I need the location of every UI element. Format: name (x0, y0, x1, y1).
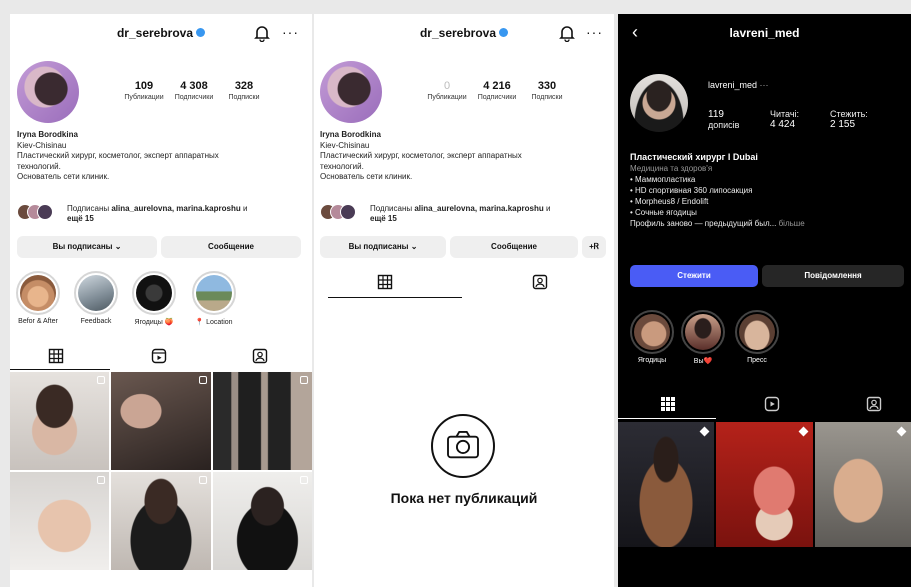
verified-icon (196, 28, 206, 38)
highlight-location[interactable]: 📍 Location (189, 271, 239, 326)
message-button[interactable]: Повідомлення (762, 265, 904, 287)
active-tab-indicator (328, 297, 462, 298)
posts-grid (618, 422, 911, 547)
bio-title: Пластический хирург I Dubai (630, 152, 758, 162)
bio-category: Медицина та здоров'я (630, 164, 713, 173)
highlight-you[interactable]: Вы❤️ (678, 310, 728, 365)
stat-posts[interactable]: 109 Публикации (119, 80, 169, 101)
reels-icon[interactable] (764, 396, 780, 412)
bio-line: • Morpheus8 / Endolift (630, 197, 709, 206)
stat-following[interactable]: Стежить: 2 155 (830, 109, 890, 130)
profile-stats: 119 дописів Читачі: 4 424 Стежить: 2 155 (708, 109, 890, 130)
profile-bio: Iryna Borodkina Kiev-Chisinau Пластическ… (320, 130, 606, 183)
stat-posts[interactable]: 0 Публикации (422, 80, 472, 101)
highlight-buttocks[interactable]: Ягодицы 🍑 (129, 271, 179, 326)
post-thumbnail[interactable] (212, 372, 312, 470)
highlight-abs[interactable]: Пресс (732, 310, 782, 364)
profile-bio: Iryna Borodkina Kiev-Chisinau Пластическ… (17, 130, 304, 183)
post-thumbnail[interactable] (716, 422, 813, 547)
bio-line: Пластический хирург, косметолог, эксперт… (320, 151, 522, 160)
stat-followers[interactable]: Читачі: 4 424 (770, 109, 830, 130)
bio-line: Основатель сети клиник. (320, 172, 413, 181)
stat-following[interactable]: 330 Подписки (522, 80, 572, 101)
followed-by[interactable]: Подписаны alina_aurelovna, marina.kapros… (17, 204, 304, 228)
profile-header: dr_serebrova ··· (10, 14, 312, 54)
profile-panel-3: ‹ lavreni_med lavreni_med ··· 119 дописів… (618, 14, 911, 587)
follower-avatar (37, 204, 53, 220)
post-thumbnail[interactable] (111, 472, 211, 570)
pin-icon (896, 426, 907, 437)
profile-stats: 109 Публикации 4 308 Подписчики 328 Подписк… (119, 80, 269, 101)
post-thumbnail[interactable] (212, 472, 312, 570)
bio-line: • Сочные ягодицы (630, 208, 697, 217)
profile-name: Iryna Borodkina (320, 130, 381, 139)
more-icon[interactable]: ··· (760, 80, 769, 90)
bell-icon[interactable] (254, 24, 270, 42)
post-thumbnail[interactable] (111, 372, 211, 470)
profile-username: lavreni_med ··· (708, 80, 769, 90)
avatar (320, 61, 382, 123)
bio-line: • Маммопластика (630, 175, 696, 184)
highlight-before-after[interactable]: Befor & After (13, 271, 63, 325)
tagged-icon[interactable] (866, 396, 882, 412)
bio-line: Пластический хирург, косметолог, эксперт… (17, 151, 219, 160)
post-thumbnail[interactable] (618, 422, 715, 547)
message-button[interactable]: Сообщение (450, 236, 578, 258)
message-button[interactable]: Сообщение (161, 236, 301, 258)
grid-icon[interactable] (48, 348, 64, 364)
profile-panel-1: dr_serebrova ··· 109 Публикации 4 308 Подп… (10, 14, 312, 587)
post-thumbnail[interactable] (10, 372, 110, 470)
profile-panel-2: dr_serebrova ··· 0 Публикации 4 216 Подпис… (314, 14, 614, 587)
profile-stats: 0 Публикации 4 216 Подписчики 330 Подписки (422, 80, 572, 101)
stat-followers[interactable]: 4 216 Подписчики (472, 80, 522, 101)
camera-icon (431, 414, 495, 478)
more-options-icon[interactable]: ··· (586, 24, 603, 40)
profile-bio: Пластический хирург I Dubai Медицина та … (630, 152, 903, 229)
posts-grid (10, 372, 312, 570)
pin-icon (798, 426, 809, 437)
profile-tabs (314, 270, 614, 294)
header-username: lavreni_med (729, 26, 800, 40)
highlight-feedback[interactable]: Feedback (71, 271, 121, 325)
empty-state-text: Пока нет публикаций (390, 490, 538, 506)
active-tab-indicator (10, 369, 110, 370)
stat-following[interactable]: 328 Подписки (219, 80, 269, 101)
reels-icon[interactable] (151, 348, 167, 364)
follow-button[interactable]: Стежити (630, 265, 758, 287)
more-link[interactable]: більше (776, 219, 805, 228)
bio-line: Профиль заново — предыдущий был... більш… (630, 219, 805, 228)
profile-header: dr_serebrova ··· (314, 14, 614, 54)
stat-followers[interactable]: 4 308 Подписчики (169, 80, 219, 101)
avatar (630, 74, 688, 132)
post-thumbnail[interactable] (814, 422, 911, 547)
verified-icon (499, 28, 509, 38)
stat-posts[interactable]: 119 дописів (708, 109, 770, 130)
followed-by[interactable]: Подписаны alina_aurelovna, marina.kapros… (320, 204, 606, 228)
pin-icon (699, 426, 710, 437)
bell-icon[interactable] (559, 24, 575, 42)
profile-name: Iryna Borodkina (17, 130, 78, 139)
profile-tabs (10, 344, 312, 368)
post-thumbnail[interactable] (10, 472, 110, 570)
profile-header: ‹ lavreni_med (618, 14, 911, 54)
bio-location: Kiev-Chisinau (320, 140, 370, 150)
subscribed-button[interactable]: Вы подписаны ⌄ (17, 236, 157, 258)
grid-icon[interactable] (660, 396, 676, 412)
bio-line: • HD спортивная 360 липосакция (630, 186, 753, 195)
add-person-button[interactable]: +Ꮢ (582, 236, 606, 258)
subscribed-button[interactable]: Вы подписаны ⌄ (320, 236, 446, 258)
bio-line: Основатель сети клиник. (17, 172, 110, 181)
more-options-icon[interactable]: ··· (282, 24, 299, 40)
bio-line: технологий. (17, 161, 61, 171)
bio-location: Kiev-Chisinau (17, 140, 67, 150)
avatar (17, 61, 79, 123)
active-tab-indicator (618, 418, 716, 419)
tagged-icon[interactable] (252, 348, 268, 364)
bio-line: технологий. (320, 161, 364, 171)
tagged-icon[interactable] (532, 274, 548, 290)
profile-tabs (618, 392, 911, 416)
highlight-buttocks[interactable]: Ягодицы (627, 310, 677, 364)
grid-icon[interactable] (377, 274, 393, 290)
follower-avatar (340, 204, 356, 220)
